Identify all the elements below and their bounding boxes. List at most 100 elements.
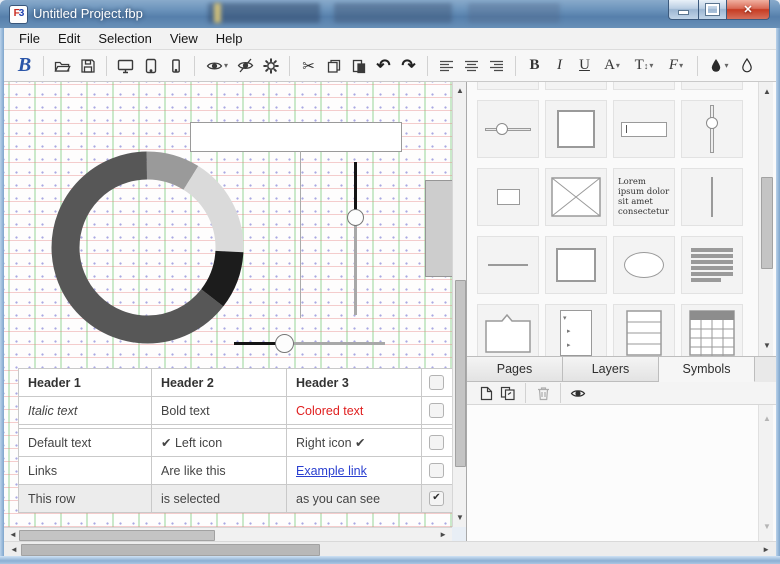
symbol-image-placeholder[interactable] xyxy=(545,168,607,226)
canvas-vertical-scrollbar[interactable]: ▲ ▼ xyxy=(452,82,466,527)
scroll-up-arrow[interactable]: ▲ xyxy=(763,88,771,96)
symbol-rows[interactable] xyxy=(613,304,675,356)
donut-chart-widget[interactable] xyxy=(49,149,246,346)
symbol-vertical-line[interactable] xyxy=(681,168,743,226)
table-header-cell[interactable]: Header 1 xyxy=(19,369,152,397)
save-button[interactable] xyxy=(75,53,100,79)
symbol-horizontal-line[interactable] xyxy=(477,236,539,294)
scroll-up-arrow[interactable]: ▲ xyxy=(763,415,771,423)
tablet-view-button[interactable] xyxy=(138,53,163,79)
table-row[interactable]: Italic text Bold text Colored text xyxy=(19,397,453,425)
page-visibility-button[interactable] xyxy=(567,383,589,403)
font-family-button[interactable]: F▾ xyxy=(661,53,691,79)
symbol-slider-horizontal[interactable] xyxy=(477,100,539,158)
scroll-right-arrow[interactable]: ► xyxy=(439,531,447,539)
open-button[interactable] xyxy=(50,53,75,79)
table-widget[interactable]: Header 1 Header 2 Header 3 Italic text B… xyxy=(18,368,452,513)
menu-edit[interactable]: Edit xyxy=(49,29,89,48)
scroll-down-arrow[interactable]: ▼ xyxy=(456,514,464,522)
tab-layers[interactable]: Layers xyxy=(563,357,659,382)
scroll-down-arrow[interactable]: ▼ xyxy=(763,523,771,531)
copy-button[interactable] xyxy=(321,53,346,79)
symbol-paragraph[interactable] xyxy=(681,236,743,294)
scroll-right-arrow[interactable]: ► xyxy=(762,546,770,554)
undo-button[interactable]: ↶ xyxy=(371,53,396,79)
phone-view-button[interactable] xyxy=(163,53,188,79)
align-left-button[interactable] xyxy=(434,53,459,79)
table-cell[interactable]: Links xyxy=(19,457,152,485)
menu-help[interactable]: Help xyxy=(207,29,252,48)
scroll-down-arrow[interactable]: ▼ xyxy=(763,342,771,350)
row-checkbox[interactable] xyxy=(429,435,444,450)
table-cell[interactable]: ✔ Left icon xyxy=(152,429,287,457)
app-horizontal-scrollbar[interactable]: ◄ ► xyxy=(4,541,776,556)
row-checkbox[interactable] xyxy=(429,403,444,418)
hslider-handle[interactable] xyxy=(275,334,294,353)
pages-list-scrollbar[interactable]: ▲ ▼ xyxy=(758,405,773,541)
hide-annotations-button[interactable] xyxy=(233,53,258,79)
symbol-partial[interactable] xyxy=(545,82,607,90)
symbol-text-block[interactable]: Lorem ipsum dolor sit amet consectetur xyxy=(613,168,675,226)
scroll-left-arrow[interactable]: ◄ xyxy=(10,546,18,554)
settings-button[interactable] xyxy=(258,53,283,79)
symbol-ellipse[interactable] xyxy=(613,236,675,294)
border-color-button[interactable] xyxy=(734,53,759,79)
table-row-selected[interactable]: This row is selected as you can see ✔ xyxy=(19,485,453,513)
font-color-button[interactable]: A▾ xyxy=(597,53,627,79)
table-cell-colored[interactable]: Colored text xyxy=(287,397,422,425)
table-header-cell[interactable]: Header 2 xyxy=(152,369,287,397)
new-page-button[interactable] xyxy=(475,383,497,403)
table-cell[interactable]: Are like this xyxy=(152,457,287,485)
table-row[interactable]: Links Are like this Example link xyxy=(19,457,453,485)
symbol-small-rectangle[interactable] xyxy=(477,168,539,226)
symbol-text-input[interactable] xyxy=(613,100,675,158)
cut-button[interactable]: ✂ xyxy=(296,53,321,79)
align-right-button[interactable] xyxy=(484,53,509,79)
table-cell[interactable]: Default text xyxy=(19,429,152,457)
table-cell[interactable]: is selected xyxy=(152,485,287,513)
symbol-table[interactable] xyxy=(681,304,743,356)
fill-color-button[interactable]: ▾ xyxy=(704,53,734,79)
table-cell[interactable]: This row xyxy=(19,485,152,513)
menu-selection[interactable]: Selection xyxy=(89,29,160,48)
table-cell[interactable]: Right icon ✔ xyxy=(287,429,422,457)
symbol-rectangle[interactable] xyxy=(545,236,607,294)
italic-button[interactable]: I xyxy=(547,53,572,79)
example-link[interactable]: Example link xyxy=(296,464,367,478)
design-canvas[interactable]: Header 1 Header 2 Header 3 Italic text B… xyxy=(4,82,452,527)
pages-list[interactable] xyxy=(467,405,758,541)
bold-button[interactable]: B xyxy=(522,53,547,79)
tab-symbols[interactable]: Symbols xyxy=(659,357,755,382)
symbol-tooltip[interactable] xyxy=(477,304,539,356)
show-annotations-button[interactable]: ▾ xyxy=(201,53,233,79)
paste-button[interactable] xyxy=(346,53,371,79)
align-center-button[interactable] xyxy=(459,53,484,79)
symbol-partial[interactable] xyxy=(477,82,539,90)
row-checkbox[interactable] xyxy=(429,463,444,478)
symbol-slider-vertical[interactable] xyxy=(681,100,743,158)
vertical-scrollbar-thumb[interactable] xyxy=(455,280,466,467)
header-checkbox[interactable] xyxy=(429,375,444,390)
table-cell[interactable]: as you can see xyxy=(287,485,422,513)
text-input-widget[interactable] xyxy=(190,122,402,152)
duplicate-page-button[interactable] xyxy=(497,383,519,403)
close-button[interactable]: ✕ xyxy=(727,0,770,20)
minimize-button[interactable] xyxy=(668,0,699,20)
desktop-view-button[interactable] xyxy=(113,53,138,79)
symbols-scrollbar-thumb[interactable] xyxy=(761,177,773,269)
app-scrollbar-thumb[interactable] xyxy=(21,544,320,556)
table-cell[interactable]: Italic text xyxy=(19,397,152,425)
menu-view[interactable]: View xyxy=(161,29,207,48)
rectangle-widget[interactable] xyxy=(425,180,452,277)
symbol-partial[interactable] xyxy=(613,82,675,90)
symbol-tree[interactable]: ▾ ▸ ▸ xyxy=(545,304,607,356)
scroll-up-arrow[interactable]: ▲ xyxy=(456,87,464,95)
underline-button[interactable]: U xyxy=(572,53,597,79)
table-cell[interactable]: Bold text xyxy=(152,397,287,425)
text-size-button[interactable]: T↕▾ xyxy=(627,53,661,79)
horizontal-scrollbar-thumb[interactable] xyxy=(19,530,215,541)
scroll-left-arrow[interactable]: ◄ xyxy=(9,531,17,539)
canvas-horizontal-scrollbar[interactable]: ◄ ► xyxy=(4,527,452,541)
symbol-partial[interactable] xyxy=(681,82,743,90)
table-row[interactable]: Default text ✔ Left icon Right icon ✔ xyxy=(19,429,453,457)
